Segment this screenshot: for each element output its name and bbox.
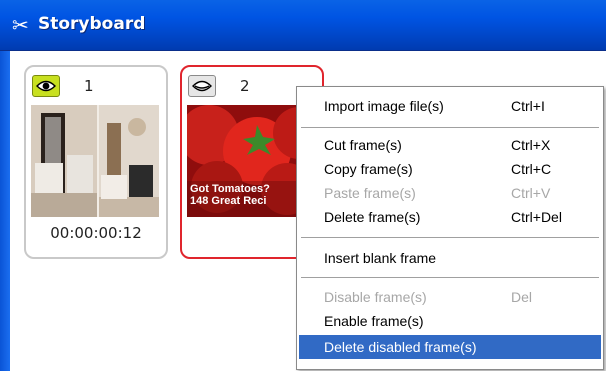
- context-menu: Import image file(s) Ctrl+I Cut frame(s)…: [296, 86, 604, 370]
- menu-item-label: Import image file(s): [324, 98, 444, 114]
- thumbnail-caption-line: 148 Great Reci: [190, 195, 267, 207]
- eye-open-icon: [36, 80, 56, 92]
- menu-item-enable-frame[interactable]: Enable frame(s): [299, 309, 601, 333]
- menu-item-shortcut: Ctrl+V: [511, 185, 551, 201]
- menu-item-label: Insert blank frame: [324, 250, 437, 266]
- storyboard-frame[interactable]: 1 00:00:00:12: [24, 65, 168, 259]
- visibility-toggle[interactable]: [188, 75, 216, 97]
- title-bar[interactable]: ✂ Storyboard: [0, 0, 606, 51]
- thumbnail-caption-line: Got Tomatoes?: [190, 183, 270, 195]
- menu-item-shortcut: Ctrl+C: [511, 161, 552, 177]
- visibility-toggle[interactable]: [32, 75, 60, 97]
- menu-item-label: Paste frame(s): [324, 185, 416, 201]
- menu-item-label: Delete disabled frame(s): [324, 339, 477, 355]
- frame-thumbnail: [31, 105, 159, 217]
- menu-item-delete-frame[interactable]: Delete frame(s) Ctrl+Del: [299, 205, 601, 229]
- menu-item-label: Enable frame(s): [324, 313, 424, 329]
- menu-item-insert-blank-frame[interactable]: Insert blank frame: [299, 246, 601, 270]
- window-title: Storyboard: [38, 14, 146, 34]
- menu-item-shortcut: Ctrl+I: [511, 98, 545, 114]
- window-left-border: [0, 51, 10, 371]
- menu-item-cut-frame[interactable]: Cut frame(s) Ctrl+X: [299, 133, 601, 157]
- menu-item-delete-disabled-frames[interactable]: Delete disabled frame(s): [299, 335, 601, 359]
- eye-closed-icon: [192, 80, 212, 92]
- scissors-icon: ✂: [12, 13, 29, 37]
- menu-separator: [301, 277, 599, 279]
- menu-item-import-image[interactable]: Import image file(s) Ctrl+I: [299, 94, 601, 118]
- frame-timecode: 00:00:00:12: [50, 224, 142, 242]
- storyboard-window: ✂ Storyboard 1 00:00:00:12 2 Got Tomatoe…: [0, 0, 606, 371]
- menu-item-paste-frame[interactable]: Paste frame(s) Ctrl+V: [299, 181, 601, 205]
- menu-item-copy-frame[interactable]: Copy frame(s) Ctrl+C: [299, 157, 601, 181]
- thumbnail-caption: Got Tomatoes? 148 Great Reci: [190, 183, 270, 207]
- menu-item-shortcut: Ctrl+X: [511, 137, 551, 153]
- menu-item-label: Cut frame(s): [324, 137, 402, 153]
- menu-item-label: Copy frame(s): [324, 161, 413, 177]
- menu-item-shortcut: Del: [511, 289, 533, 305]
- frame-number: 1: [84, 77, 94, 95]
- menu-item-disable-frame[interactable]: Disable frame(s) Del: [299, 285, 601, 309]
- menu-item-label: Delete frame(s): [324, 209, 421, 225]
- menu-separator: [301, 237, 599, 239]
- menu-item-label: Disable frame(s): [324, 289, 427, 305]
- menu-item-shortcut: Ctrl+Del: [511, 209, 562, 225]
- menu-separator: [301, 127, 599, 129]
- frame-number: 2: [240, 77, 250, 95]
